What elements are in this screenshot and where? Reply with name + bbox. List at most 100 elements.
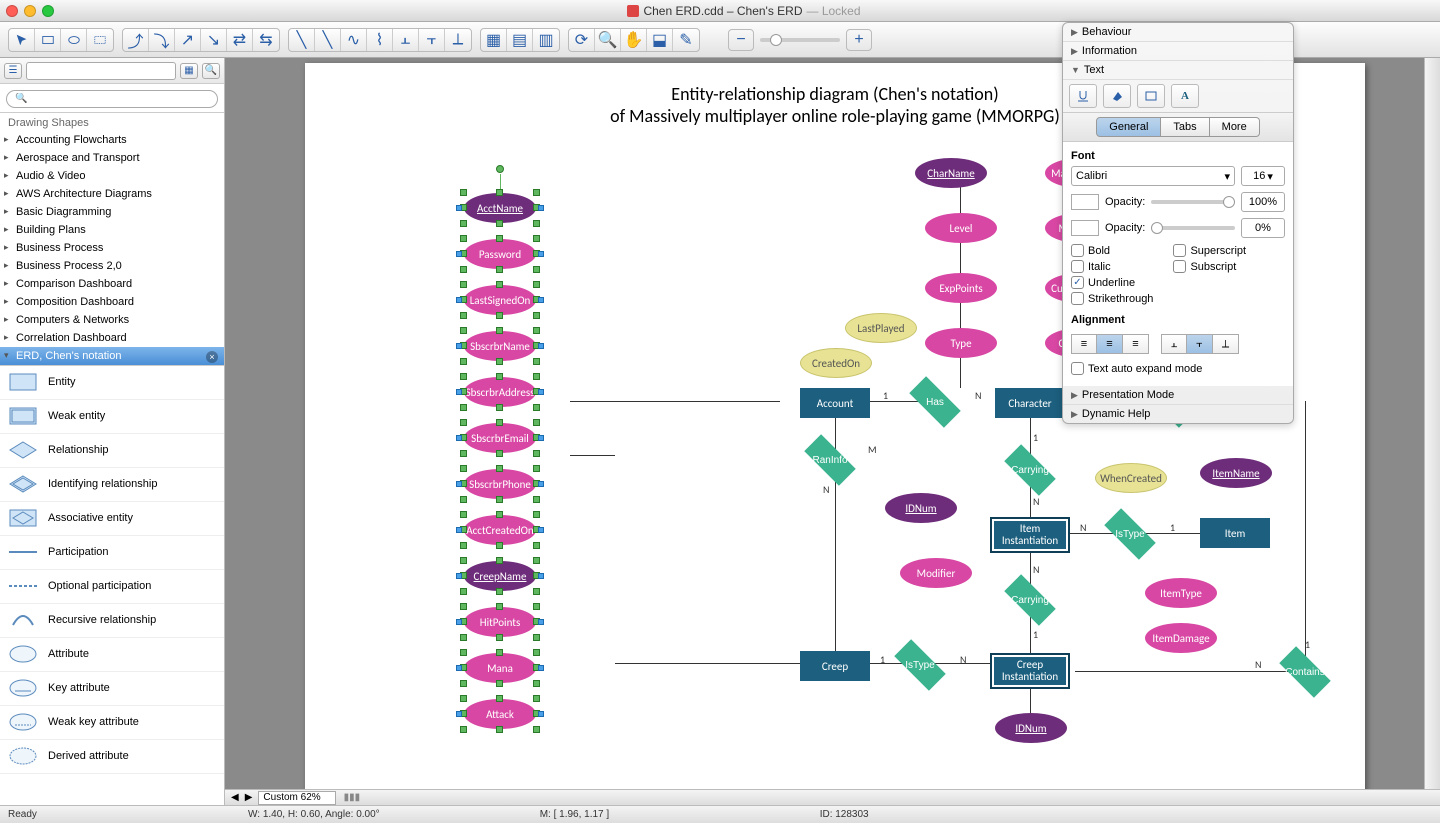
italic-checkbox[interactable]	[1071, 260, 1084, 273]
attr-itemname[interactable]: ItemName	[1200, 458, 1272, 488]
align-3[interactable]: ▥	[533, 29, 559, 51]
connector-2[interactable]: ⤵	[149, 29, 175, 51]
auto-expand-checkbox[interactable]	[1071, 362, 1084, 375]
text-opacity-slider[interactable]	[1151, 200, 1235, 204]
subscript-checkbox[interactable]	[1173, 260, 1186, 273]
library-item[interactable]: Computers & Networks	[0, 311, 224, 329]
magnify-tool[interactable]: 🔍	[595, 29, 621, 51]
zoom-select[interactable]: Custom 62%	[258, 791, 335, 805]
selected-attr[interactable]: SbscrbrAddress	[464, 377, 536, 407]
library-item[interactable]: AWS Architecture Diagrams	[0, 185, 224, 203]
attr-charname[interactable]: CharName	[915, 158, 987, 188]
line-3[interactable]: ∿	[341, 29, 367, 51]
selected-attr[interactable]: SbscrbrEmail	[464, 423, 536, 453]
text-fill-icon[interactable]	[1103, 84, 1131, 108]
selected-attr[interactable]: HitPoints	[464, 607, 536, 637]
minimize-window-button[interactable]	[24, 5, 36, 17]
shape-item[interactable]: Associative entity	[0, 502, 224, 536]
selected-attr[interactable]: Mana	[464, 653, 536, 683]
attr-level[interactable]: Level	[925, 213, 997, 243]
underline-checkbox[interactable]	[1071, 276, 1084, 289]
selected-attr[interactable]: Password	[464, 239, 536, 269]
shape-item[interactable]: Participation	[0, 536, 224, 570]
font-size-field[interactable]: 16 ▾	[1241, 166, 1285, 186]
pointer-tool[interactable]	[9, 29, 35, 51]
section-presentation[interactable]: ▶Presentation Mode	[1063, 386, 1293, 405]
vertical-scrollbar[interactable]	[1424, 58, 1440, 789]
rel-istype[interactable]: IsType	[1095, 517, 1165, 551]
library-item[interactable]: Comparison Dashboard	[0, 275, 224, 293]
eyedropper-tool[interactable]: ✎	[673, 29, 699, 51]
connector-3[interactable]: ↗	[175, 29, 201, 51]
text-box-icon[interactable]	[1137, 84, 1165, 108]
selected-attr[interactable]: SbscrbrName	[464, 331, 536, 361]
tab-more[interactable]: More	[1210, 117, 1260, 137]
selected-attr[interactable]: AcctName	[464, 193, 536, 223]
connector-6[interactable]: ⇆	[253, 29, 279, 51]
tree-icon[interactable]: ☰	[4, 63, 22, 79]
selected-attr[interactable]: SbscrbrPhone	[464, 469, 536, 499]
grid-view-icon[interactable]: ▦	[180, 63, 198, 79]
entity-account[interactable]: Account	[800, 388, 870, 418]
text-color-swatch[interactable]	[1071, 194, 1099, 210]
tab-general[interactable]: General	[1096, 117, 1161, 137]
attr-idnum2[interactable]: IDNum	[995, 713, 1067, 743]
selected-shapes-group[interactable]: AcctName Password LastSignedOn SbscrbrName S…	[450, 193, 550, 745]
line-5[interactable]: ⫠	[393, 29, 419, 51]
text-opacity-value[interactable]: 100%	[1241, 192, 1285, 212]
zoom-in-button[interactable]: +	[846, 29, 872, 51]
selected-attr[interactable]: Attack	[464, 699, 536, 729]
strike-checkbox[interactable]	[1071, 292, 1084, 305]
attr-idnum[interactable]: IDNum	[885, 493, 957, 523]
zoom-slider[interactable]	[760, 38, 840, 42]
library-item[interactable]: Business Process 2,0	[0, 257, 224, 275]
connector-4[interactable]: ↘	[201, 29, 227, 51]
attr-exp[interactable]: ExpPoints	[925, 273, 997, 303]
attr-modifier[interactable]: Modifier	[900, 558, 972, 588]
close-icon[interactable]: ×	[206, 351, 218, 363]
section-dynamic-help[interactable]: ▶Dynamic Help	[1063, 405, 1293, 423]
entity-creep[interactable]: Creep	[800, 651, 870, 681]
entity-item[interactable]: Item	[1200, 518, 1270, 548]
shape-item[interactable]: Weak entity	[0, 400, 224, 434]
rotate-handle[interactable]	[496, 165, 504, 173]
rel-raninfo[interactable]: RanInfo	[795, 443, 865, 477]
library-item[interactable]: Basic Diagramming	[0, 203, 224, 221]
zoom-out-button[interactable]: −	[728, 29, 754, 51]
library-item[interactable]: Building Plans	[0, 221, 224, 239]
section-text[interactable]: ▼Text	[1063, 61, 1293, 80]
align-2[interactable]: ▤	[507, 29, 533, 51]
attr-createdon[interactable]: CreatedOn	[800, 348, 872, 378]
shape-item[interactable]: Optional participation	[0, 570, 224, 604]
library-item[interactable]: Audio & Video	[0, 167, 224, 185]
font-icon[interactable]: A	[1171, 84, 1199, 108]
align-center-button[interactable]: ≡	[1097, 334, 1123, 354]
library-item[interactable]: Accounting Flowcharts	[0, 131, 224, 149]
stamp-tool[interactable]: ⬓	[647, 29, 673, 51]
library-item[interactable]: Aerospace and Transport	[0, 149, 224, 167]
align-left-button[interactable]: ≡	[1071, 334, 1097, 354]
bg-opacity-slider[interactable]	[1151, 226, 1235, 230]
hand-tool[interactable]: ✋	[621, 29, 647, 51]
library-item-selected[interactable]: ERD, Chen's notation ×	[0, 347, 224, 365]
selected-attr[interactable]: LastSignedOn	[464, 285, 536, 315]
entity-character[interactable]: Character	[995, 388, 1065, 418]
align-top-button[interactable]: ⫠	[1161, 334, 1187, 354]
attr-whencreated[interactable]: WhenCreated	[1095, 463, 1167, 493]
connector-5[interactable]: ⇄	[227, 29, 253, 51]
attr-itemtype[interactable]: ItemType	[1145, 578, 1217, 608]
line-2[interactable]: ╲	[315, 29, 341, 51]
align-bottom-button[interactable]: ⟂	[1213, 334, 1239, 354]
bg-opacity-value[interactable]: 0%	[1241, 218, 1285, 238]
align-middle-button[interactable]: ⫟	[1187, 334, 1213, 354]
shape-item[interactable]: Entity	[0, 366, 224, 400]
attr-type[interactable]: Type	[925, 328, 997, 358]
align-right-button[interactable]: ≡	[1123, 334, 1149, 354]
ellipse-tool[interactable]	[61, 29, 87, 51]
entity-iteminst[interactable]: Item Instantiation	[990, 517, 1070, 553]
rel-carrying2[interactable]: Carrying	[995, 583, 1065, 617]
line-7[interactable]: ⟂	[445, 29, 471, 51]
bold-checkbox[interactable]	[1071, 244, 1084, 257]
rel-carrying[interactable]: Carrying	[995, 453, 1065, 487]
rel-has[interactable]: Has	[900, 385, 970, 419]
